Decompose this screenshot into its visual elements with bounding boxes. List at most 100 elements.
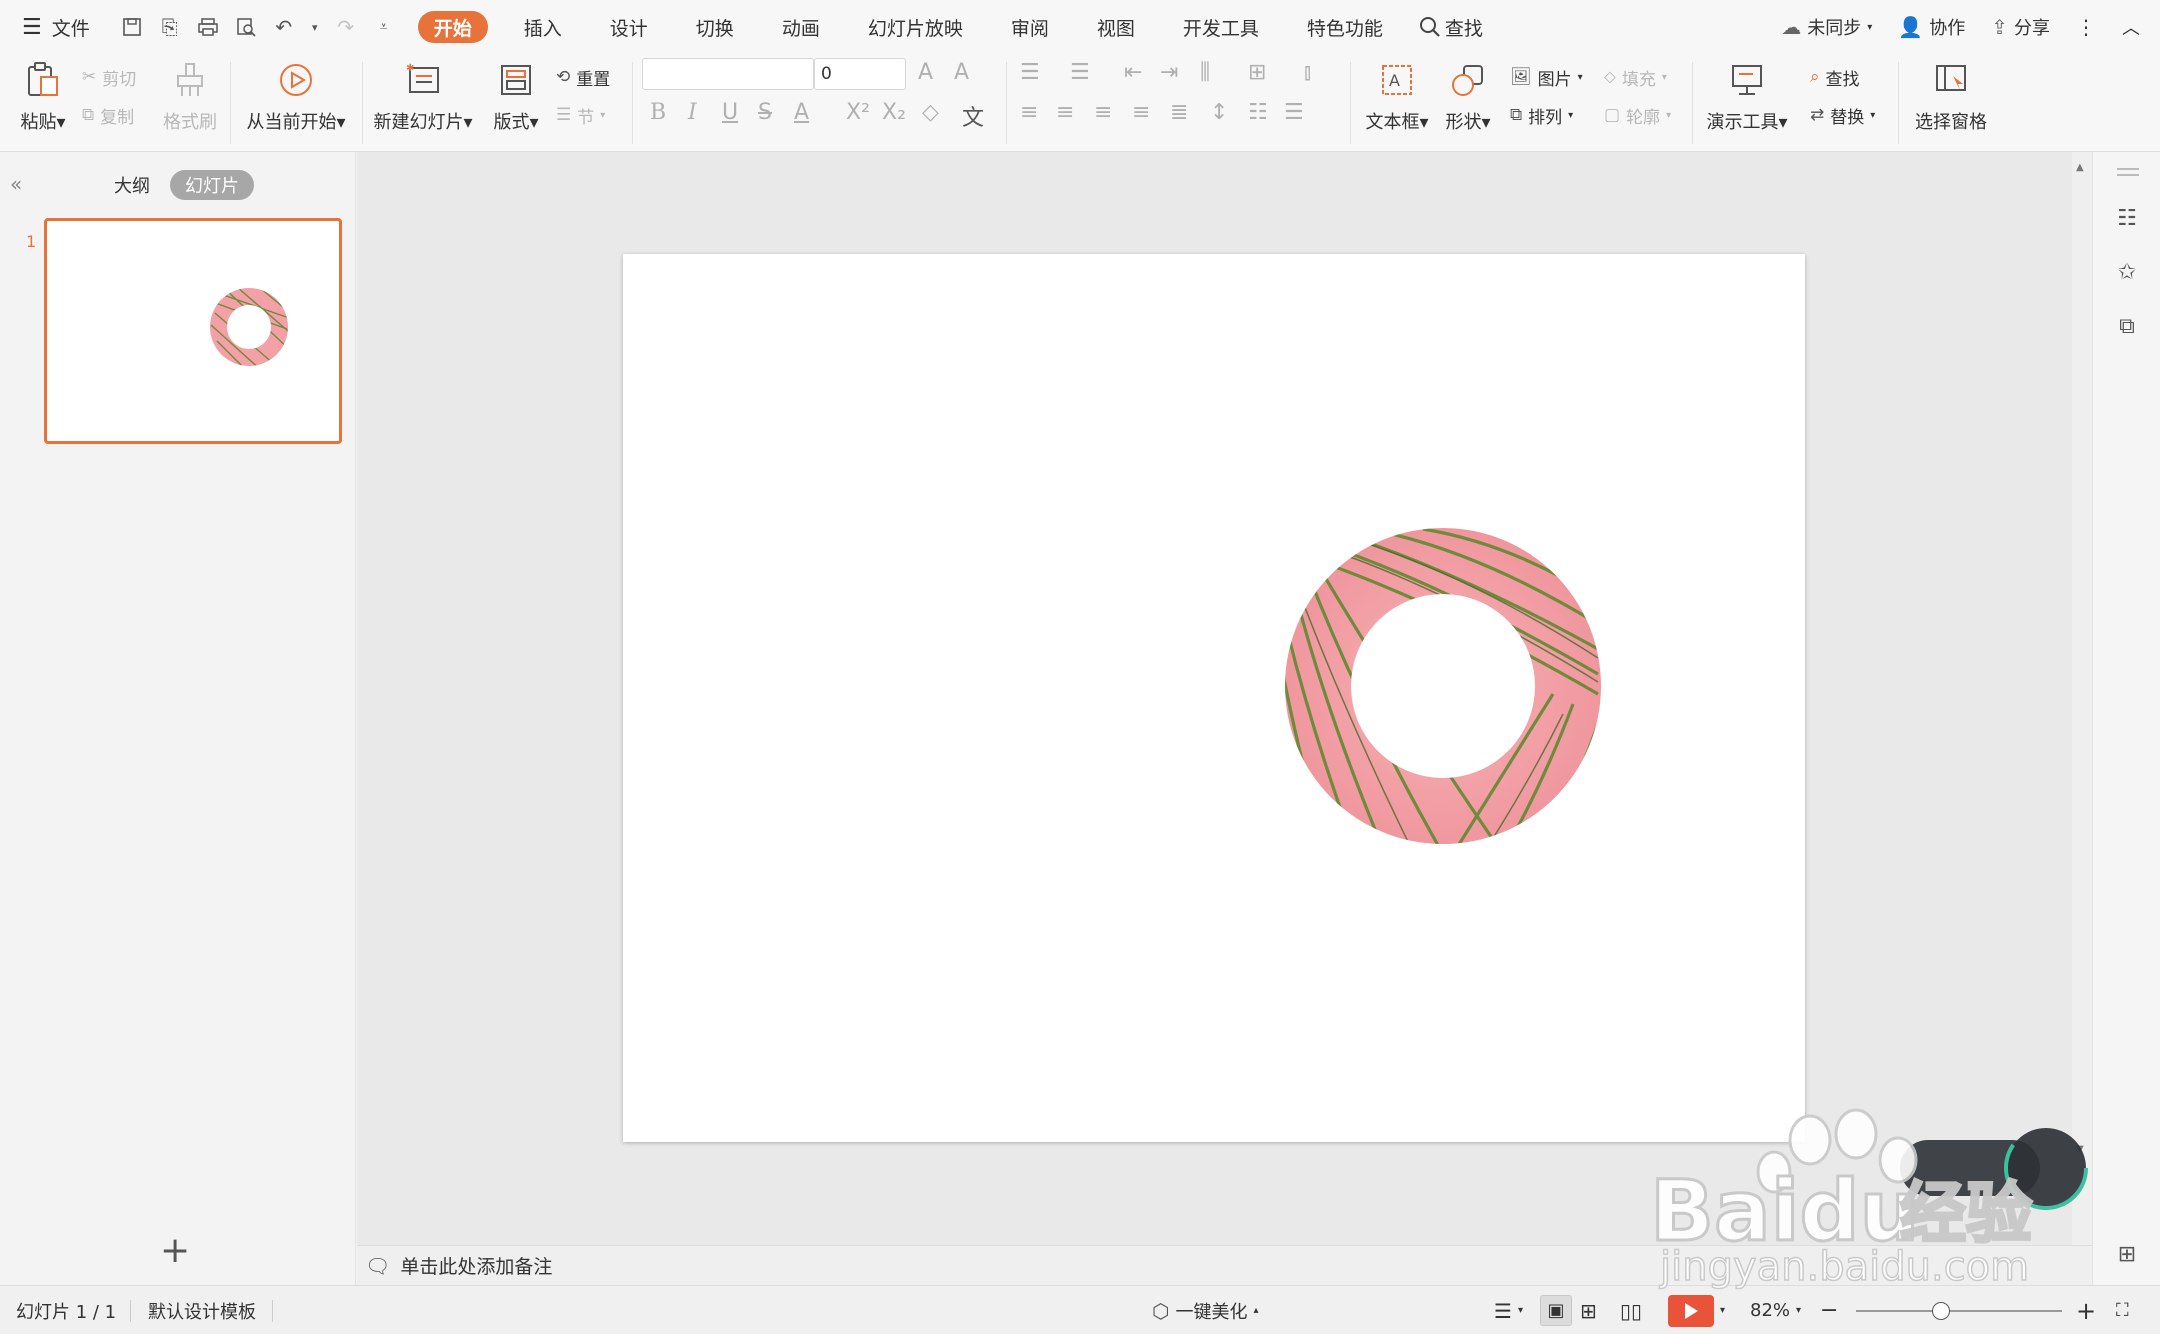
distribute-icon[interactable]: ≣ [1170,100,1188,125]
start-from-current-button[interactable]: 从当前开始▾ [240,54,352,134]
slide-sorter-button[interactable]: ⊞ [1580,1286,1597,1334]
tab-slides[interactable]: 幻灯片 [170,170,254,200]
align-left-icon[interactable]: ≡ [1020,100,1038,125]
collapse-ribbon-button[interactable]: ︿ [2122,14,2140,40]
print-preview-icon[interactable] [234,15,258,39]
undo-icon[interactable]: ↶ [272,15,296,39]
tab-slideshow[interactable]: 幻灯片放映 [856,0,975,54]
reset-button[interactable]: ⟲ 重置 [556,62,610,92]
decrease-font-icon[interactable]: A [954,60,969,85]
shape-button[interactable]: 形状▾ [1440,54,1496,134]
subscript-icon[interactable]: X₂ [882,100,906,125]
tab-transitions[interactable]: 切换 [684,0,746,54]
line-spacing-icon[interactable]: ↕ [1210,100,1228,125]
undo-dropdown-icon[interactable]: ▾ [310,15,320,39]
clear-format-icon[interactable]: ◇ [922,100,939,125]
redo-icon[interactable]: ↷ [334,15,358,39]
italic-icon[interactable]: I [688,100,697,125]
more-options-button[interactable]: ⋮ [2076,15,2096,39]
collapse-pane-icon[interactable]: « [10,172,22,196]
para-settings-icon[interactable]: ☰ [1284,100,1304,125]
tab-insert[interactable]: 插入 [512,0,574,54]
selection-pane-button[interactable]: 选择窗格 [1908,54,1994,134]
font-size-combo[interactable]: 0 [814,58,906,90]
layout-button[interactable]: 版式▾ [488,54,544,134]
arrange-button[interactable]: ⧉ 排列 ▾ [1510,100,1573,130]
zoom-in-button[interactable]: + [2076,1286,2096,1334]
superscript-icon[interactable]: X² [846,100,870,125]
tab-view[interactable]: 视图 [1085,0,1147,54]
increase-indent-icon[interactable]: ⇥ [1160,60,1178,85]
scroll-down-arrow[interactable]: ▼ [2076,1144,2084,1155]
tab-design[interactable]: 设计 [598,0,660,54]
bullets-icon[interactable]: ☰ [1020,60,1040,85]
font-name-combo[interactable] [642,58,814,90]
fit-to-window-button[interactable]: ⛶ [2116,1286,2129,1334]
tab-outline[interactable]: 大纲 [114,172,150,198]
normal-view-button[interactable]: ▣ [1540,1295,1572,1326]
fill-button[interactable]: ⬦ 填充 ▾ [1604,62,1667,92]
apps-grid-icon[interactable]: ⊞ [2113,1240,2141,1268]
sync-status[interactable]: ☁ 未同步 ▾ [1781,14,1872,40]
tab-developer[interactable]: 开发工具 [1171,0,1271,54]
zoom-slider-thumb[interactable] [1932,1302,1950,1320]
animation-icon[interactable]: ✩ [2113,258,2141,286]
zoom-slider[interactable] [1856,1302,2062,1320]
reading-view-button[interactable]: ▯▯ [1620,1286,1642,1334]
cut-button[interactable]: ✂ 剪切 [82,62,136,92]
underline-icon[interactable]: U [722,100,738,125]
customize-toolbar-icon[interactable]: ⩡ [372,15,396,39]
file-menu[interactable]: ☰ 文件 [0,0,102,54]
copy-button[interactable]: ⧉ 复制 [82,100,134,130]
format-painter-button[interactable]: 格式刷 [160,54,220,134]
new-slide-button[interactable]: ✱ 新建幻灯片▾ [372,54,474,134]
tab-review[interactable]: 审阅 [999,0,1061,54]
tab-home[interactable]: 开始 [417,11,488,43]
replace-button[interactable]: ⇄ 替换 ▾ [1810,100,1875,130]
add-slide-icon[interactable]: + [160,1230,190,1271]
slide-thumbnail[interactable] [44,218,342,444]
notes-toggle-button[interactable]: ☰ ▾ [1494,1286,1523,1334]
bold-icon[interactable]: B [650,100,666,125]
outline-button[interactable]: ▢ 轮廓 ▾ [1604,100,1671,130]
picture-button[interactable]: 🖼 图片 ▾ [1510,62,1583,92]
notes-pane[interactable]: 🗨 单击此处添加备注 [357,1245,2092,1285]
tab-animations[interactable]: 动画 [770,0,832,54]
collaborate-button[interactable]: 👤 协作 [1898,14,1965,40]
strikethrough-icon[interactable]: S [758,100,772,125]
increase-font-icon[interactable]: A [918,60,933,85]
one-click-beautify-button[interactable]: ⬡ 一键美化 ▴ [1152,1286,1259,1334]
numbering-icon[interactable]: ☰ [1070,60,1090,85]
scroll-up-arrow[interactable]: ▲ [2076,162,2084,173]
font-color-icon[interactable]: A [794,100,809,125]
section-button[interactable]: ☰ 节 ▾ [556,100,605,130]
search-command[interactable]: 查找 [1407,0,1495,54]
transition-icon[interactable]: ⧉ [2113,312,2141,340]
ring-picture[interactable] [623,254,1805,1142]
text-box-button[interactable]: A 文本框▾ [1360,54,1434,134]
design-template[interactable]: 默认设计模板 [148,1286,256,1334]
find-button[interactable]: ⌕ 查找 [1810,62,1860,92]
paste-button[interactable]: 粘贴▾ [14,54,72,134]
zoom-out-button[interactable]: − [1820,1286,1838,1334]
text-effects-icon[interactable]: 文 [962,100,984,132]
text-direction-icon[interactable]: ⊞ [1248,60,1266,85]
align-right-icon[interactable]: ≡ [1094,100,1112,125]
slide-canvas[interactable] [623,254,1805,1142]
presentation-tools-button[interactable]: 演示工具▾ [1702,54,1792,134]
align-text-icon[interactable]: ⫾ [1304,60,1311,85]
decrease-indent-icon[interactable]: ⇤ [1124,60,1142,85]
play-slideshow-button[interactable]: ▾ [1668,1286,1725,1334]
zoom-level[interactable]: 82% ▾ [1750,1286,1801,1334]
save-icon[interactable] [120,15,144,39]
columns-icon[interactable]: ⫼ [1200,60,1210,85]
format-brush-icon[interactable]: ⎘ [158,15,182,39]
properties-icon[interactable]: ☷ [2113,204,2141,232]
vertical-scrollbar[interactable]: ▲ ▼ [2072,152,2092,1245]
share-button[interactable]: ⇪ 分享 [1991,14,2050,40]
paragraph-spacing-icon[interactable]: ☷ [1248,100,1268,125]
tab-special-features[interactable]: 特色功能 [1295,0,1395,54]
justify-icon[interactable]: ≡ [1132,100,1150,125]
print-icon[interactable] [196,15,220,39]
align-center-icon[interactable]: ≡ [1056,100,1074,125]
